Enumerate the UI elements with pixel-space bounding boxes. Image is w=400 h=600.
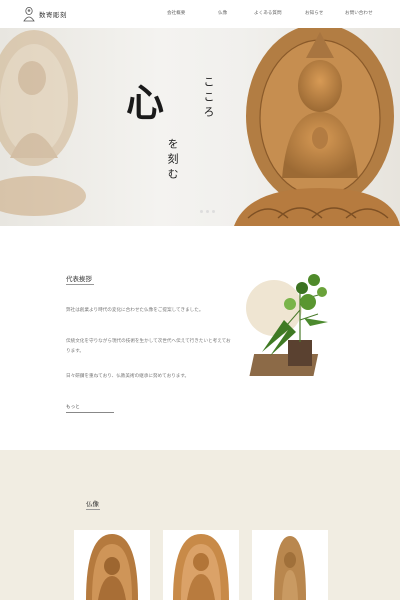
greeting-paragraph: 日々研鑽を重ねており、仏教美術の継承に努めております。 xyxy=(66,374,190,379)
buddha-logo-icon xyxy=(23,7,35,22)
butsuzo-card[interactable] xyxy=(163,530,239,600)
hero-dot[interactable] xyxy=(212,210,215,213)
nav-item-news[interactable]: お知らせ xyxy=(305,10,323,16)
butsuzo-card[interactable] xyxy=(252,530,328,600)
hero-buddha-image xyxy=(234,28,400,226)
butsuzo-title-underline xyxy=(86,509,100,510)
butsuzo-image xyxy=(86,534,138,600)
site-logo[interactable]: 数寄彫刻 xyxy=(22,6,67,22)
nav-item-faq[interactable]: よくある質問 xyxy=(254,10,282,16)
hero-kokoro-kana: こころ xyxy=(202,76,215,121)
butsuzo-image xyxy=(274,536,306,600)
hero-dot[interactable] xyxy=(200,210,203,213)
hero-buddha-image-faded xyxy=(0,30,86,216)
nav-item-company[interactable]: 会社概要 xyxy=(167,10,185,16)
hero-dot[interactable] xyxy=(206,210,209,213)
hero-banner: 心 こころ を刻む xyxy=(0,28,400,226)
more-link[interactable]: もっと xyxy=(66,404,80,410)
hero-kokoro-kanji: 心 xyxy=(126,80,165,125)
nav-item-contact[interactable]: お問い合わせ xyxy=(345,10,373,16)
nav-item-butsuzo[interactable]: 仏像 xyxy=(218,10,227,16)
hero-pagination[interactable] xyxy=(200,210,215,213)
greeting-paragraph: 弊社は創業より時代の変化に合わせた仏像をご提案してきました。 xyxy=(66,308,204,313)
greeting-paragraph: 伝統文化を守りながら現代の技術を生かして次世代へ伝えて行きたいと考えております。 xyxy=(66,339,231,354)
greeting-title: 代表挨拶 xyxy=(66,275,92,283)
greeting-title-underline xyxy=(66,284,94,285)
butsuzo-card[interactable] xyxy=(74,530,150,600)
butsuzo-image xyxy=(173,534,229,600)
site-header: 数寄彫刻 会社概要 仏像 よくある質問 お知らせ お問い合わせ xyxy=(0,0,400,28)
ikebana-image xyxy=(246,274,328,376)
hero-tagline: を刻む xyxy=(166,138,179,183)
more-link-underline xyxy=(66,412,114,413)
logo-text: 数寄彫刻 xyxy=(39,11,67,19)
butsuzo-section-title: 仏像 xyxy=(86,500,99,508)
